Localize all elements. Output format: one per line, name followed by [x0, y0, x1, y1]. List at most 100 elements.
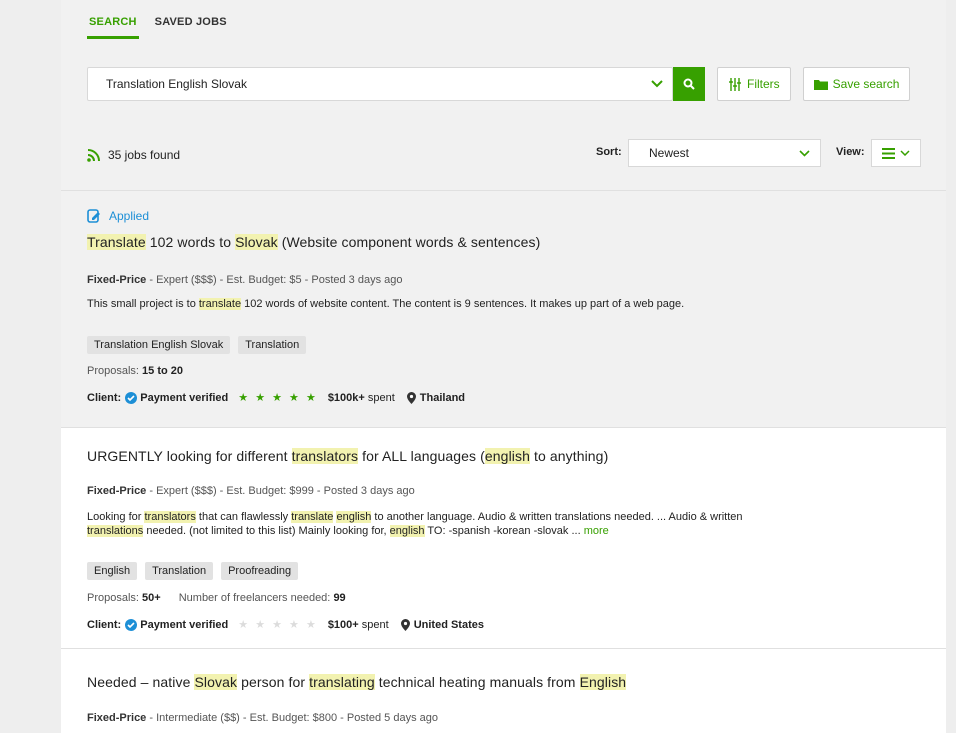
keyword-highlight: Slovak [194, 674, 238, 690]
search-box [87, 67, 673, 101]
text-segment: 102 words of website content. The conten… [241, 298, 685, 310]
applied-status: Applied [87, 209, 149, 223]
sort-label: Sort: [596, 146, 622, 158]
text-segment: Looking for [87, 511, 145, 523]
keyword-highlight: english [336, 511, 372, 523]
applied-label: Applied [109, 209, 150, 223]
client-spent: $100k+ spent [328, 392, 395, 404]
client-info: Client: Payment verified ★ ★ ★ ★ ★ $100+… [87, 618, 484, 631]
text-segment: TO: -spanish -korean -slovak ... [424, 525, 584, 537]
freelancers-label: Number of freelancers needed: [178, 592, 331, 604]
skill-tag[interactable]: Translation [238, 336, 307, 354]
location-pin-icon [400, 618, 410, 631]
star-rating: ★ ★ ★ ★ ★ [238, 619, 318, 631]
proposals: Proposals: 15 to 20 [87, 365, 183, 377]
job-listing[interactable]: Needed – native Slovak person for transl… [61, 649, 946, 733]
proposals-info: Proposals: 50+ [87, 592, 161, 604]
skill-tag[interactable]: Translation [145, 562, 214, 580]
proposals-label: Proposals: [87, 592, 139, 604]
skill-tags: Translation English Slovak Translation [87, 336, 307, 354]
text-segment: for ALL languages ( [358, 448, 485, 464]
freelancers-value: 99 [333, 592, 346, 604]
text-segment: person for [237, 674, 310, 690]
tab-search[interactable]: SEARCH [87, 10, 139, 39]
job-title[interactable]: Needed – native Slovak person for transl… [87, 674, 627, 690]
results-count: 35 jobs found [87, 148, 180, 162]
job-meta-text: - Expert ($$$) - Est. Budget: $5 - Poste… [146, 274, 403, 286]
verified-check-icon [125, 391, 138, 404]
filters-icon [729, 77, 741, 91]
skill-tag[interactable]: Proofreading [221, 562, 299, 580]
results-text: 35 jobs found [108, 148, 181, 162]
search-input[interactable] [88, 68, 642, 100]
spent-suffix: spent [364, 391, 395, 404]
skill-tags: English Translation Proofreading [87, 562, 299, 580]
client-label: Client: [87, 391, 122, 404]
text-segment: (Website component words & sentences) [277, 234, 541, 250]
star-rating: ★ ★ ★ ★ ★ [238, 392, 318, 404]
proposals-label: Proposals: [87, 365, 139, 377]
more-link[interactable]: more [584, 525, 609, 537]
spent-amount: $100+ [327, 618, 359, 631]
text-segment: to another language. Audio & written tra… [371, 511, 743, 523]
text-segment: This small project is to [87, 298, 199, 310]
rss-icon[interactable] [87, 148, 100, 162]
job-meta-text: - Expert ($$$) - Est. Budget: $999 - Pos… [146, 485, 415, 497]
view-select[interactable] [871, 139, 921, 167]
job-title[interactable]: URGENTLY looking for different translato… [87, 448, 608, 464]
tab-saved-jobs[interactable]: SAVED JOBS [153, 10, 229, 39]
skill-tag[interactable]: Translation English Slovak [87, 336, 231, 354]
save-search-button[interactable]: Save search [802, 67, 911, 101]
search-header: SEARCH SAVED JOBS Filters Save search [61, 0, 946, 191]
job-title[interactable]: Translate 102 words to Slovak (Website c… [87, 234, 540, 250]
view-label: View: [836, 146, 865, 158]
proposals-value: 50+ [142, 592, 161, 604]
budget-type: Fixed-Price [87, 274, 147, 286]
text-segment: to anything) [529, 448, 609, 464]
location-text: Thailand [419, 391, 466, 404]
search-icon [683, 78, 695, 90]
payment-verified: Payment verified [140, 391, 229, 404]
proposals: Proposals: 50+ Number of freelancers nee… [87, 592, 346, 604]
list-view-icon [882, 147, 895, 159]
sort-value: Newest [649, 146, 690, 160]
job-listing[interactable]: Applied Translate 102 words to Slovak (W… [61, 191, 946, 428]
spent-suffix: spent [358, 618, 389, 631]
keyword-highlight: english [389, 525, 425, 537]
folder-icon [813, 79, 828, 90]
client-location: Thailand [406, 391, 466, 404]
chevron-down-icon [900, 150, 910, 156]
job-meta: Fixed-Price - Intermediate ($$) - Est. B… [87, 712, 438, 724]
chevron-down-icon[interactable] [642, 80, 672, 88]
keyword-highlight: translate [198, 298, 242, 310]
job-meta: Fixed-Price - Expert ($$$) - Est. Budget… [87, 485, 415, 497]
description-text: Looking for translators that can flawles… [87, 511, 743, 537]
job-listing[interactable]: URGENTLY looking for different translato… [61, 428, 946, 649]
job-description: This small project is to translate 102 w… [87, 297, 787, 311]
verified-check-icon [125, 618, 138, 631]
budget-type: Fixed-Price [87, 712, 147, 724]
budget-type: Fixed-Price [87, 485, 147, 497]
job-meta: Fixed-Price - Expert ($$$) - Est. Budget… [87, 274, 403, 286]
client-spent: $100+ spent [328, 619, 389, 631]
keyword-highlight: Translate [87, 234, 146, 250]
keyword-highlight: translations [87, 525, 144, 537]
text-segment: that can flawlessly [195, 511, 292, 523]
job-search-panel: SEARCH SAVED JOBS Filters Save search [61, 0, 946, 733]
job-meta-text: - Intermediate ($$) - Est. Budget: $800 … [146, 712, 438, 724]
location-pin-icon [406, 391, 416, 404]
tabs: SEARCH SAVED JOBS [87, 10, 229, 39]
proposals-info: Proposals: 15 to 20 [87, 365, 183, 377]
spent-amount: $100k+ [327, 391, 365, 404]
chevron-down-icon [799, 149, 810, 157]
search-row: Filters Save search [87, 67, 911, 101]
skill-tag[interactable]: English [87, 562, 138, 580]
text-segment: URGENTLY looking for different [87, 448, 292, 464]
save-search-label: Save search [832, 77, 900, 91]
text-segment: technical heating manuals from [374, 674, 580, 690]
keyword-highlight: Slovak [235, 234, 278, 250]
filters-button[interactable]: Filters [717, 67, 791, 101]
sort-select[interactable]: Newest [628, 139, 821, 167]
keyword-highlight: translators [291, 448, 359, 464]
search-button[interactable] [673, 67, 705, 101]
